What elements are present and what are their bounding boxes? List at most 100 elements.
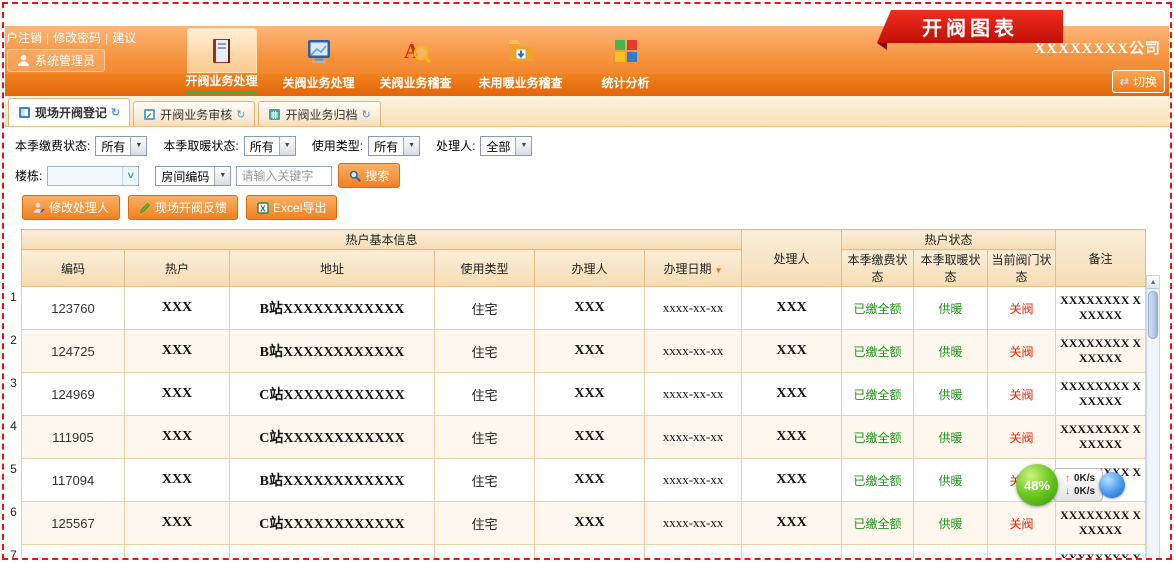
heat-status-select[interactable]: 所有 ▼ xyxy=(244,136,296,156)
scroll-up-icon[interactable]: ▲ xyxy=(1147,276,1159,289)
search-button[interactable]: 搜索 xyxy=(338,163,400,188)
cell-code xyxy=(22,545,125,559)
audit-search-icon: A xyxy=(381,28,451,73)
tab-open-valve-archive[interactable]: 开阀业务归档 ↻ xyxy=(258,101,380,126)
svg-text:X: X xyxy=(260,204,266,213)
col-header-code[interactable]: 编码 xyxy=(22,250,125,287)
col-header-handler[interactable]: 处理人 xyxy=(742,230,842,287)
cell-agent: XXX xyxy=(535,459,645,502)
col-header-agent[interactable]: 办理人 xyxy=(535,250,645,287)
annotation-ribbon: 开阀图表 xyxy=(877,10,1063,43)
progress-ball[interactable]: 48% xyxy=(1016,464,1058,506)
tab-label: 现场开阀登记 xyxy=(35,104,107,121)
table-row[interactable]: XXX B站XXXXXXXXXXXX 住宅 XXX xxxx-xx-xx XXX… xyxy=(22,545,1146,559)
cell-handler: XXX xyxy=(742,373,842,416)
action-buttons: 修改处理人 现场开阀反馈 X Excel导出 xyxy=(5,187,1169,220)
building-select[interactable]: ˅ xyxy=(47,166,139,186)
net-speed-widget[interactable]: 48% ↑ 0K/s ↓ 0K/s xyxy=(1016,464,1125,506)
col-header-remark: 备注 xyxy=(1056,230,1146,287)
cell-customer: XXX xyxy=(125,502,230,545)
ribbon-fold xyxy=(877,43,887,50)
keyword-input[interactable] xyxy=(236,166,332,186)
cell-handler: XXX xyxy=(742,416,842,459)
cell-customer: XXX xyxy=(125,373,230,416)
table-row[interactable]: 117094 XXX B站XXXXXXXXXXXX 住宅 XXX xxxx-xx… xyxy=(22,459,1146,502)
current-user: 系统管理员 xyxy=(7,49,105,72)
table-row[interactable]: 124725 XXX B站XXXXXXXXXXXX 住宅 XXX xxxx-xx… xyxy=(22,330,1146,373)
cell-address: C站XXXXXXXXXXXX xyxy=(230,416,435,459)
modify-handler-button[interactable]: 修改处理人 xyxy=(22,195,120,220)
cell-code: 117094 xyxy=(22,459,125,502)
refresh-icon[interactable]: ↻ xyxy=(111,106,120,119)
dropdown-arrow-icon: ▼ xyxy=(214,167,230,185)
cell-agent: XXX xyxy=(535,330,645,373)
pay-status-select[interactable]: 所有 ▼ xyxy=(95,136,147,156)
col-header-heat-status[interactable]: 本季取暖状态 xyxy=(914,250,988,287)
search-icon xyxy=(349,170,361,182)
cell-customer: XXX xyxy=(125,416,230,459)
nav-item-close-valve[interactable]: 关阀业务处理 xyxy=(270,28,367,96)
assistant-ball-icon[interactable] xyxy=(1099,472,1125,498)
col-header-date[interactable]: 办理日期▼ xyxy=(645,250,742,287)
cell-address: B站XXXXXXXXXXXX xyxy=(230,459,435,502)
room-code-select[interactable]: 房间编码 ▼ xyxy=(155,166,231,186)
cell-valve-status: 关阀 xyxy=(988,545,1056,559)
vertical-scrollbar[interactable]: ▲ xyxy=(1146,275,1160,558)
cell-valve-status: 关阀 xyxy=(988,287,1056,330)
nav-item-open-valve[interactable]: 开阀业务处理 xyxy=(173,28,270,96)
cell-heat-status: 供暖 xyxy=(914,545,988,559)
tab-onsite-open-register[interactable]: 现场开阀登记 ↻ xyxy=(8,98,130,126)
link-separator: | xyxy=(46,31,49,45)
use-type-select[interactable]: 所有 ▼ xyxy=(368,136,420,156)
modify-handler-label: 修改处理人 xyxy=(49,199,109,216)
cell-valve-status: 关阀 xyxy=(988,416,1056,459)
onsite-feedback-button[interactable]: 现场开阀反馈 xyxy=(128,195,238,220)
nav-item-unused-heat-audit[interactable]: 未用暖业务稽查 xyxy=(464,28,577,96)
building-label: 楼栋: xyxy=(15,167,42,184)
building-value xyxy=(48,167,122,185)
cell-code: 111905 xyxy=(22,416,125,459)
sub-tabbar: 现场开阀登记 ↻ 开阀业务审核 ↻ 开阀业务归档 ↻ xyxy=(5,96,1169,127)
refresh-icon[interactable]: ↻ xyxy=(361,108,370,121)
col-header-pay-status[interactable]: 本季缴费状态 xyxy=(842,250,914,287)
excel-export-button[interactable]: X Excel导出 xyxy=(246,195,337,220)
table-row[interactable]: 123760 XXX B站XXXXXXXXXXXX 住宅 XXX xxxx-xx… xyxy=(22,287,1146,330)
cell-pay-status: 已缴全额 xyxy=(842,502,914,545)
nav-item-close-valve-audit[interactable]: A 关阀业务稽查 xyxy=(367,28,464,96)
refresh-icon[interactable]: ↻ xyxy=(236,108,245,121)
dropdown-arrow-icon: ▼ xyxy=(515,137,531,155)
col-header-use-type[interactable]: 使用类型 xyxy=(435,250,535,287)
sort-desc-icon[interactable]: ▼ xyxy=(715,266,723,275)
download-arrow-icon: ↓ xyxy=(1065,485,1070,498)
col-header-valve-status[interactable]: 当前阀门状态 xyxy=(988,250,1056,287)
col-header-customer[interactable]: 热户 xyxy=(125,250,230,287)
cell-heat-status: 供暖 xyxy=(914,416,988,459)
download-speed: 0K/s xyxy=(1074,485,1095,498)
table-row[interactable]: 125567 XXX C站XXXXXXXXXXXX 住宅 XXX xxxx-xx… xyxy=(22,502,1146,545)
col-header-address[interactable]: 地址 xyxy=(230,250,435,287)
cell-heat-status: 供暖 xyxy=(914,502,988,545)
logout-link[interactable]: 用户注销 xyxy=(0,31,42,45)
cell-address: B站XXXXXXXXXXXX xyxy=(230,545,435,559)
table-row[interactable]: 111905 XXX C站XXXXXXXXXXXX 住宅 XXX xxxx-xx… xyxy=(22,416,1146,459)
row-number: 3 xyxy=(6,361,21,404)
cell-handler: XXX xyxy=(742,459,842,502)
change-password-link[interactable]: 修改密码 xyxy=(53,31,101,45)
cell-agent: XXX xyxy=(535,416,645,459)
tab-label: 开阀业务审核 xyxy=(160,106,232,123)
switch-button[interactable]: ⇄ 切换 xyxy=(1112,70,1165,93)
row-number: 6 xyxy=(6,490,21,533)
handler-select[interactable]: 全部 ▼ xyxy=(480,136,532,156)
cell-pay-status: 已缴全额 xyxy=(842,330,914,373)
cell-remark: XXXXXXXX XXXXXX xyxy=(1056,416,1146,459)
table-row[interactable]: 124969 XXX C站XXXXXXXXXXXX 住宅 XXX xxxx-xx… xyxy=(22,373,1146,416)
scrollbar-thumb[interactable] xyxy=(1148,291,1158,339)
cell-use-type: 住宅 xyxy=(435,287,535,330)
nav-item-statistics[interactable]: 统计分析 xyxy=(577,28,674,96)
cell-handler: XXX xyxy=(742,287,842,330)
use-type-value: 所有 xyxy=(369,137,403,155)
date-header-label: 办理日期 xyxy=(664,262,712,276)
tab-open-valve-review[interactable]: 开阀业务审核 ↻ xyxy=(133,101,255,126)
suggestion-link[interactable]: 建议 xyxy=(112,31,136,45)
chart-blocks-icon xyxy=(591,28,661,73)
